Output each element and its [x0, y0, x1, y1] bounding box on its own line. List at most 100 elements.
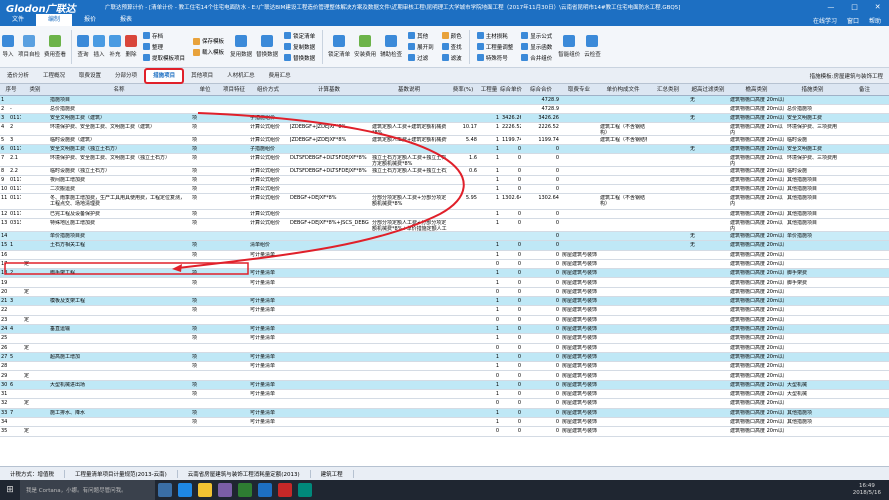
column-header-eaves-col[interactable]: 檐高类别	[728, 84, 785, 96]
tab-other-items[interactable]: 其他项目	[184, 68, 220, 84]
table-row[interactable]: 22项可计量清单100房屋建筑与装饰工...建筑物檐口高度 20m以内	[0, 306, 889, 316]
archive-button[interactable]: 存档	[143, 32, 185, 40]
table-row[interactable]: 25项可计量清单100房屋建筑与装饰工...建筑物檐口高度 20m以内	[0, 334, 889, 344]
import-button[interactable]: 导入	[2, 35, 14, 58]
app-icon[interactable]	[298, 483, 312, 497]
table-row[interactable]: 2- 总价措施费 4728.9 建筑物檐口高度 20m以内 总价措施项	[0, 105, 889, 114]
save-template-button[interactable]: 保存模板	[193, 37, 224, 45]
table-row[interactable]: 29定000房屋建筑与装饰工程建筑物檐口高度 20m以内	[0, 372, 889, 381]
table-row[interactable]: 7 2.1 环境保护费、安全施工费、文明施工费（独立土石方）项 计算公式组价 DLTSF…	[0, 154, 889, 167]
cell-method-col[interactable]: 可计量清单	[250, 363, 287, 369]
cell-method-col[interactable]: 子措施组价	[250, 115, 287, 121]
table-row[interactable]: 3011707001001安全文明施工费（建筑）项子措施组价13426.2634…	[0, 114, 889, 123]
maximize-button[interactable]: □	[851, 3, 858, 11]
tab-labor-material-summary[interactable]: 人材机汇总	[220, 68, 262, 84]
table-row[interactable]: 306大型机械进出场项可计量清单100房屋建筑与装饰工...建筑物檐口高度 20…	[0, 380, 889, 391]
table-row[interactable]: 14 单价措施项目费 0 无 建筑物檐口高度 20m以内 单价措施项	[0, 232, 889, 242]
cell-method-col[interactable]: 可计量清单	[250, 252, 287, 258]
column-header-mtype-col[interactable]: 措施类别	[785, 84, 840, 96]
cell-name-col[interactable]: 安全文明施工费（建筑）	[50, 115, 189, 121]
tab-divisional-items[interactable]: 分部分项	[108, 68, 144, 84]
cell-name-col[interactable]: 夜间施工增加费	[50, 177, 189, 183]
cell-name-col[interactable]: 特殊地区施工增加费	[50, 220, 189, 231]
table-row[interactable]: 26定000房屋建筑与装饰工程建筑物檐口高度 20m以内	[0, 344, 889, 353]
column-header-feature-col[interactable]: 项目特征	[220, 84, 248, 96]
table-row[interactable]: 34项可计量清单100房屋建筑与装饰工...建筑物檐口高度 20m以内其他措施项	[0, 418, 889, 428]
table-row[interactable]: 11011707005001 冬、雨季施工增加费，生产工具用具使用费，工程定位复测…	[0, 194, 889, 210]
cell-method-col[interactable]: 清单组价	[250, 242, 287, 248]
edge-browser-icon[interactable]	[178, 483, 192, 497]
cell-name-col[interactable]: 施工排水、降水	[50, 410, 189, 416]
cell-method-col[interactable]: 可计量清单	[250, 335, 287, 341]
cell-name-col[interactable]: 总价措施费	[50, 106, 189, 112]
cell-name-col[interactable]: 安全文明施工费（独立土石方）	[50, 146, 189, 152]
cell-method-col[interactable]: 可计量清单	[250, 354, 287, 360]
cortana-search-input[interactable]: 我是 Cortana，小娜。有问题尽管问我。	[20, 480, 155, 500]
cell-method-col[interactable]: 计算公式组价	[250, 177, 287, 183]
table-row[interactable]: 15 1 土石方相关工程项清单组价 1 0 0 无建筑物檐口高度 20m以内	[0, 241, 889, 251]
cell-method-col[interactable]: 可计量清单	[250, 298, 287, 304]
cell-method-col[interactable]: 可计量清单	[250, 280, 287, 286]
material-loss-button[interactable]: 主材损耗	[476, 32, 514, 40]
table-row[interactable]: 32定000房屋建筑与装饰工程建筑物檐口高度 20m以内	[0, 399, 889, 409]
qty-adjust-button[interactable]: 工程量调整	[476, 43, 513, 51]
minimize-button[interactable]: —	[827, 3, 834, 11]
table-row[interactable]: 213模板及支架工程项可计量清单100房屋建筑与装饰工...建筑物檐口高度 20…	[0, 297, 889, 307]
tab-project-overview[interactable]: 工程概况	[36, 68, 72, 84]
cell-method-col[interactable]: 可计量清单	[250, 307, 287, 313]
store-icon[interactable]	[218, 483, 232, 497]
cell-method-col[interactable]: 子措施组价	[250, 146, 287, 152]
column-header-qty-col[interactable]: 工程量	[478, 84, 500, 96]
table-row[interactable]: 16项可计量清单100房屋建筑与装饰工...建筑物檐口高度 20m以内	[0, 251, 889, 260]
cell-name-col[interactable]: 环境保护费、安全施工费、文明施工费（独立土石方）	[50, 155, 189, 166]
supplement-button[interactable]: 补充	[109, 35, 122, 58]
cell-name-col[interactable]: 二次搬运费	[50, 186, 189, 192]
menu-file[interactable]: 文件	[0, 14, 36, 26]
file-explorer-icon[interactable]	[198, 483, 212, 497]
cell-name-col[interactable]: 土石方相关工程	[50, 242, 189, 248]
cell-method-col[interactable]: 可计量清单	[250, 326, 287, 332]
cell-name-col[interactable]: 模板及支架工程	[50, 298, 189, 304]
column-header-method-col[interactable]: 组价方式	[248, 84, 288, 96]
table-row[interactable]: 337施工排水、降水项可计量清单100房屋建筑与装饰工...建筑物檐口高度 20…	[0, 408, 889, 418]
install-fee-button[interactable]: 锁定清单	[328, 35, 350, 58]
fee-view-button[interactable]: 费用查看	[44, 35, 66, 58]
measure-template-label[interactable]: 措施模板:房屋建筑与装饰工程	[810, 72, 889, 80]
column-header-price-col[interactable]: 综合单价	[500, 84, 522, 96]
column-header-note-col[interactable]: 备注	[840, 84, 889, 96]
find-button[interactable]: 查找	[441, 43, 462, 51]
cell-method-col[interactable]: 计算公式组价	[250, 137, 287, 143]
table-row[interactable]: 275超高施工增加项可计量清单100房屋建筑与装饰工...建筑物檐口高度 20m…	[0, 352, 889, 363]
table-row[interactable]: 1 措施项目 4728.9 无 建筑物檐口高度 20m以内	[0, 96, 889, 105]
window-menu[interactable]: 窗口	[847, 16, 859, 25]
table-row[interactable]: 20定000房屋建筑与装饰工程建筑物檐口高度 20m以内	[0, 288, 889, 298]
menu-report[interactable]: 报表	[108, 14, 144, 26]
cell-method-col[interactable]: 可计量清单	[250, 382, 287, 388]
cell-method-col[interactable]: 计算公式组价	[250, 168, 287, 174]
cell-name-col[interactable]: 冬、雨季施工增加费，生产工具用具使用费，工程定位复测，工程点交、场地清理费	[50, 195, 189, 209]
color-button[interactable]: 颜色	[441, 32, 462, 40]
list-standard-status[interactable]: 工程量清单项目计量规范(2013-云南)	[65, 469, 178, 478]
show-formula-button[interactable]: 显示公式	[521, 32, 552, 40]
cell-name-col[interactable]: 临时设施费（建筑）	[50, 137, 189, 143]
task-view-icon[interactable]	[158, 483, 172, 497]
column-header-name-col[interactable]: 名称	[48, 84, 190, 96]
smart-price-button[interactable]: 智能组价	[558, 35, 580, 58]
table-row[interactable]: 17定000房屋建筑与装饰工程建筑物檐口高度 20m以内	[0, 260, 889, 270]
filter-button[interactable]: 过滤	[408, 54, 434, 62]
table-row[interactable]: 9 011707002001 夜间施工增加费项 计算公式组价 1 0 0 建筑物檐口高度 20…	[0, 176, 889, 185]
cell-name-col[interactable]: 环境保护费、安全施工费、文明施工费（建筑）	[50, 124, 189, 135]
table-row[interactable]: 8 2.2 临时设施费（独立土石方）项 计算公式组价 DLTSFDEBGF+DLTSFD…	[0, 167, 889, 176]
reuse-data-button[interactable]: 复用数据	[230, 35, 252, 58]
menu-quote[interactable]: 报价	[72, 14, 108, 26]
column-header-major-col[interactable]: 取费专业	[560, 84, 598, 96]
cell-method-col[interactable]: 计算公式组价	[250, 155, 287, 166]
column-header-base-col[interactable]: 计算基数	[288, 84, 370, 96]
cell-name-col[interactable]: 大型机械进出场	[50, 382, 189, 388]
cell-name-col[interactable]: 垂直运输	[50, 326, 189, 332]
cell-name-col[interactable]: 措施项目	[50, 97, 189, 103]
cell-method-col[interactable]: 计算公式组价	[250, 124, 287, 135]
cell-name-col[interactable]: 单价措施项目费	[50, 233, 189, 239]
system-clock[interactable]: 16:49 2018/5/16	[853, 483, 889, 497]
expand-button[interactable]: 展开到	[408, 43, 434, 51]
